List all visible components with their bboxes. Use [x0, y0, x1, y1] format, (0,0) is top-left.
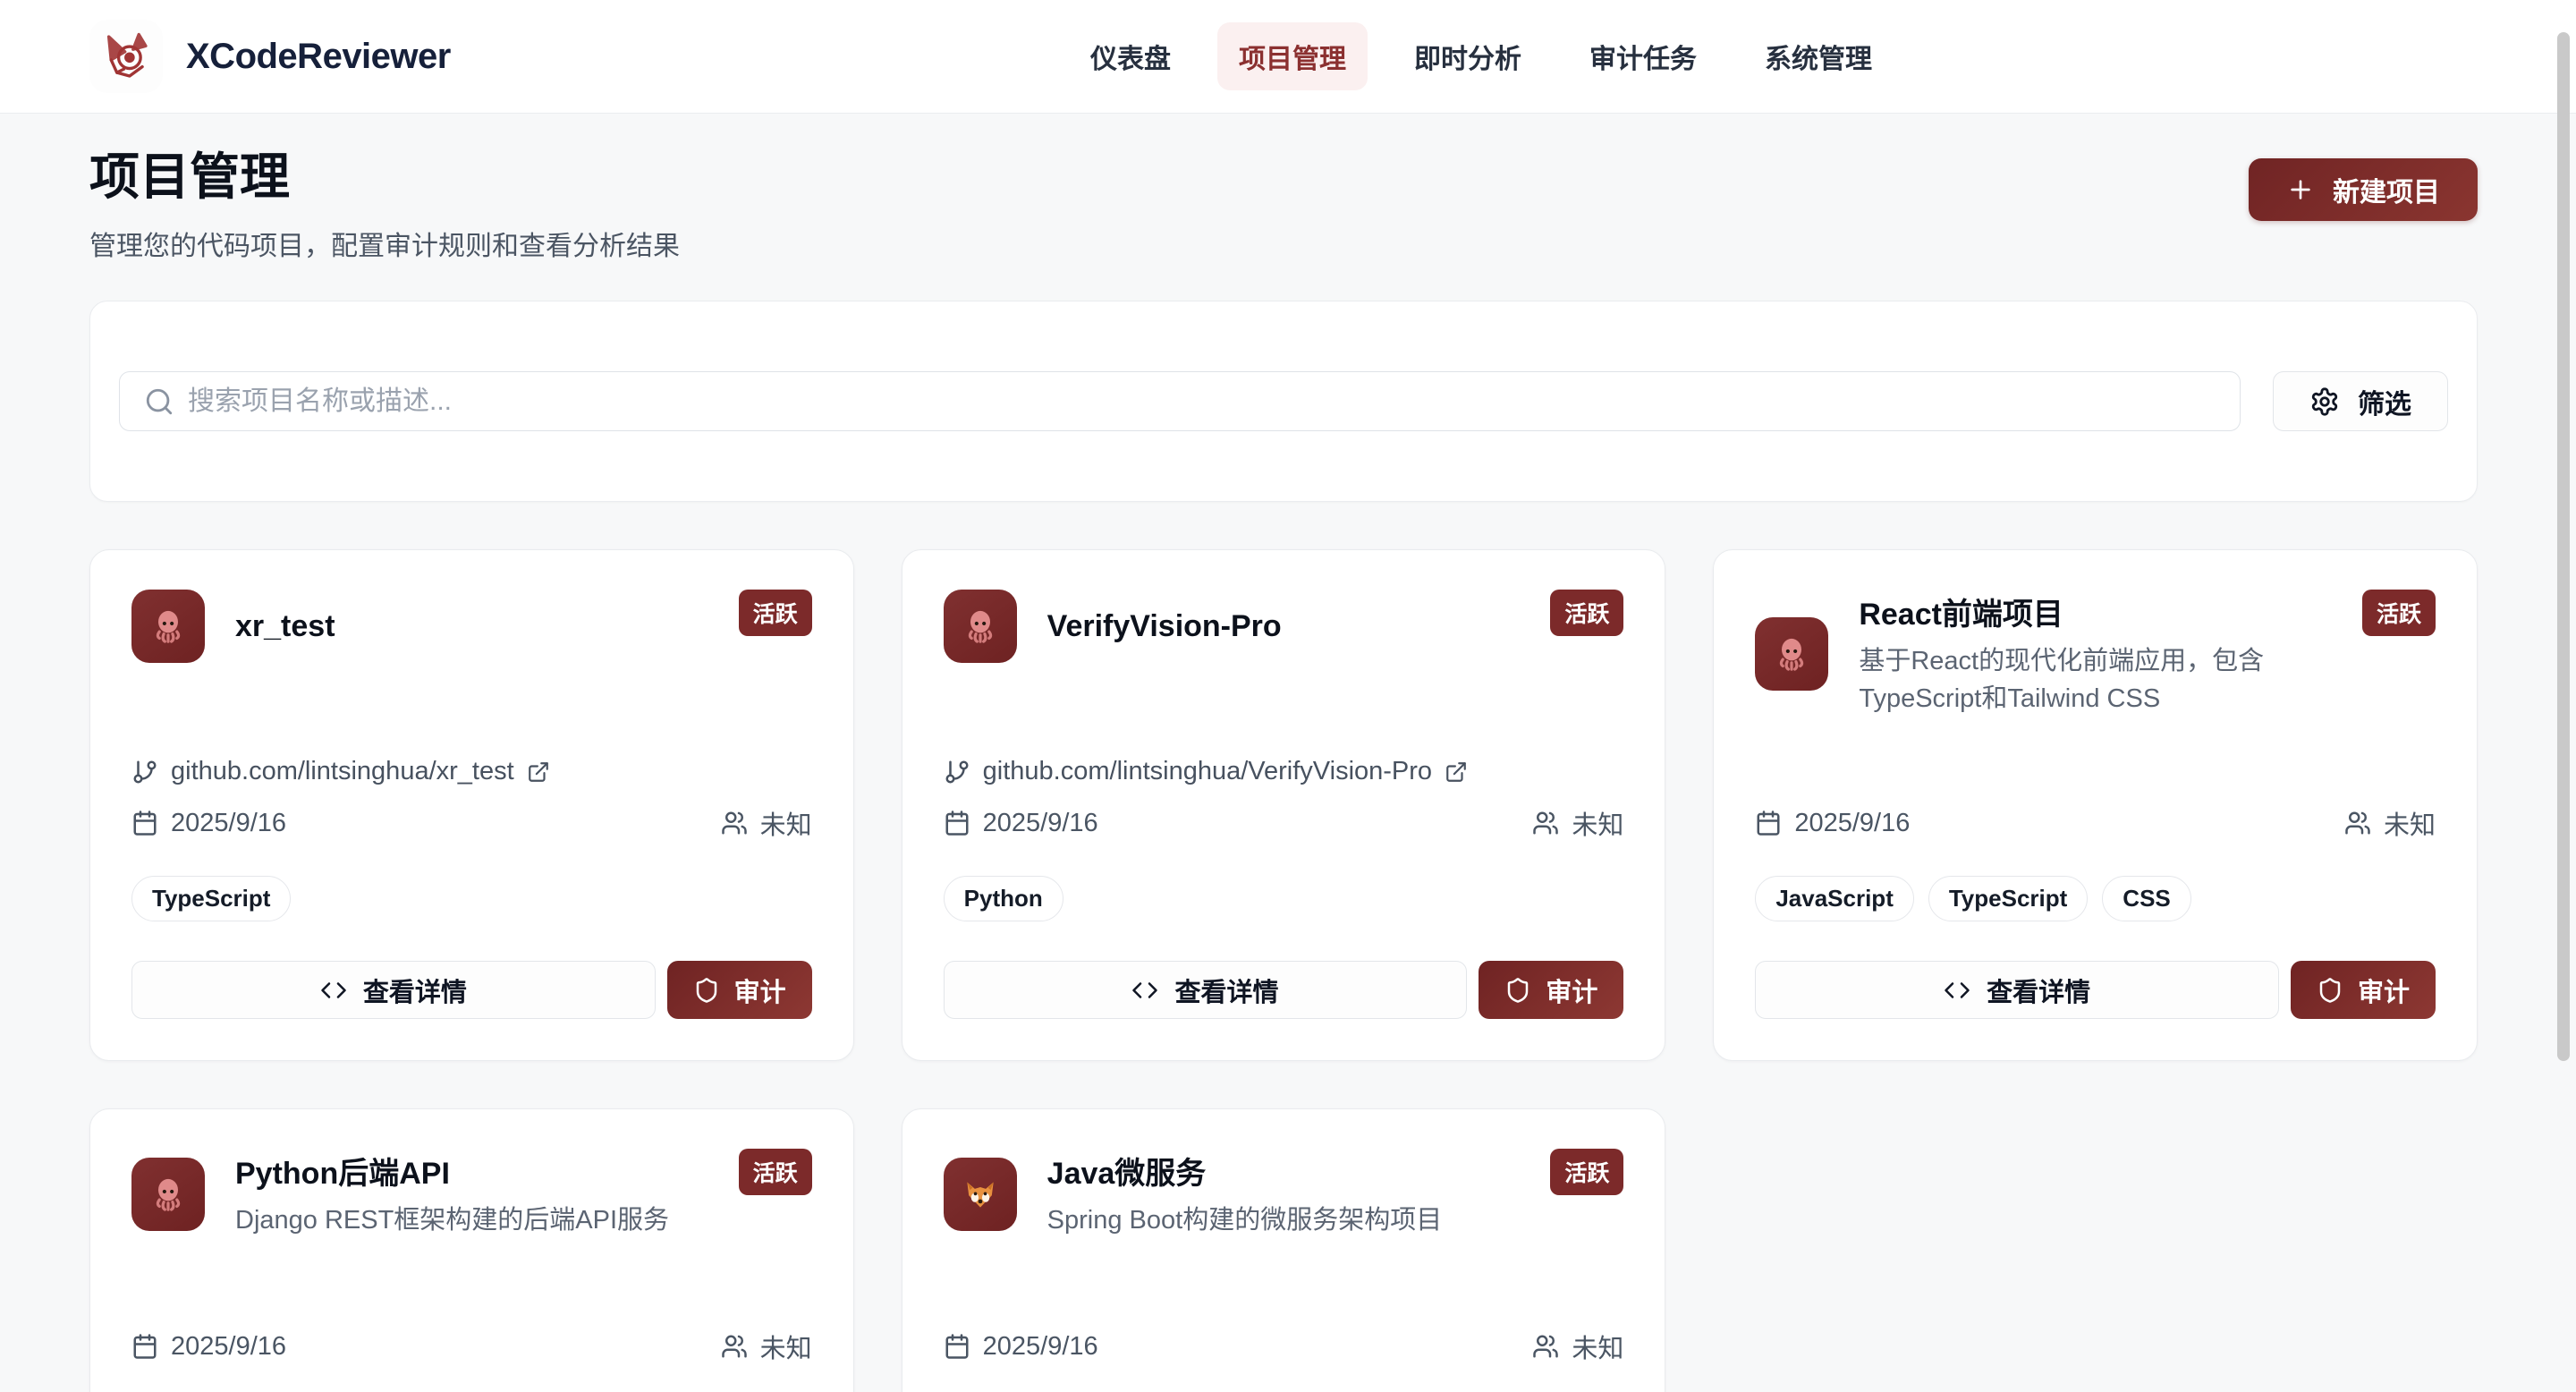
project-members: 未知 — [1572, 804, 1623, 842]
project-date: 2025/9/16 — [983, 809, 1098, 838]
nav-item-audit-tasks[interactable]: 审计任务 — [1568, 22, 1718, 90]
nav-item-dashboard[interactable]: 仪表盘 — [1069, 22, 1192, 90]
project-date: 2025/9/16 — [171, 1332, 286, 1362]
project-card-java-microservice: Java微服务 Spring Boot构建的微服务架构项目 活跃 2025/9/… — [902, 1108, 1666, 1392]
project-name: VerifyVision-Pro — [1047, 609, 1521, 644]
gear-icon — [2309, 386, 2340, 417]
audit-button[interactable]: 审计 — [2291, 961, 2436, 1019]
tag-pill: TypeScript — [1928, 876, 2088, 921]
project-name: Python后端API — [235, 1149, 708, 1193]
users-icon — [1532, 1333, 1559, 1360]
project-date: 2025/9/16 — [171, 809, 286, 838]
audit-button[interactable]: 审计 — [667, 961, 812, 1019]
external-link-icon — [527, 760, 550, 784]
shield-icon — [2317, 977, 2343, 1004]
page-header: 项目管理 管理您的代码项目，配置审计规则和查看分析结果 新建项目 — [89, 114, 2478, 263]
search-icon — [144, 386, 174, 417]
audit-label: 审计 — [2358, 972, 2410, 1009]
nav-item-instant-analysis[interactable]: 即时分析 — [1393, 22, 1543, 90]
main-nav: 仪表盘 项目管理 即时分析 审计任务 系统管理 — [1069, 0, 1894, 113]
project-description: Spring Boot构建的微服务架构项目 — [1047, 1201, 1521, 1239]
users-icon — [721, 1333, 748, 1360]
project-members: 未知 — [760, 804, 812, 842]
page-scrollbar[interactable] — [2557, 32, 2570, 1061]
search-filter-panel: 筛选 — [89, 301, 2478, 502]
audit-button[interactable]: 审计 — [1479, 961, 1623, 1019]
project-members: 未知 — [1572, 1328, 1623, 1365]
calendar-icon — [131, 1333, 158, 1360]
octopus-avatar-icon — [1755, 617, 1828, 691]
view-details-button[interactable]: 查看详情 — [944, 961, 1468, 1019]
project-grid: xr_test 活跃 github.com/lintsinghua/xr_tes… — [89, 549, 2478, 1392]
octopus-avatar-icon — [131, 590, 205, 663]
users-icon — [2344, 810, 2371, 836]
filter-label: 筛选 — [2358, 382, 2411, 421]
repo-url: github.com/lintsinghua/VerifyVision-Pro — [983, 757, 1432, 786]
users-icon — [1532, 810, 1559, 836]
project-name: xr_test — [235, 609, 708, 644]
app-logo-icon — [89, 20, 163, 93]
users-icon — [721, 810, 748, 836]
calendar-icon — [1755, 810, 1782, 836]
status-badge: 活跃 — [1550, 590, 1623, 636]
filter-button[interactable]: 筛选 — [2273, 371, 2448, 431]
project-name: React前端项目 — [1859, 590, 2332, 633]
calendar-icon — [131, 810, 158, 836]
calendar-icon — [944, 810, 970, 836]
code-icon — [1944, 977, 1970, 1004]
code-icon — [1131, 977, 1158, 1004]
shield-icon — [693, 977, 720, 1004]
project-card-verifyvision-pro: VerifyVision-Pro 活跃 github.com/lintsingh… — [902, 549, 1666, 1061]
project-date: 2025/9/16 — [1794, 809, 1910, 838]
page-title: 项目管理 — [89, 137, 680, 209]
shield-icon — [1504, 977, 1531, 1004]
repo-link[interactable]: github.com/lintsinghua/VerifyVision-Pro — [944, 757, 1624, 804]
project-description: 基于React的现代化前端应用，包含TypeScript和Tailwind CS… — [1859, 642, 2332, 717]
tag-pill: TypeScript — [131, 876, 291, 921]
status-badge: 活跃 — [1550, 1149, 1623, 1195]
plus-icon — [2286, 175, 2315, 204]
audit-label: 审计 — [1546, 972, 1597, 1009]
search-box — [119, 371, 2241, 431]
git-branch-icon — [131, 759, 158, 785]
repo-url: github.com/lintsinghua/xr_test — [171, 757, 514, 786]
project-date: 2025/9/16 — [983, 1332, 1098, 1362]
search-input[interactable] — [119, 371, 2241, 431]
view-details-button[interactable]: 查看详情 — [131, 961, 656, 1019]
external-link-icon — [1445, 760, 1468, 784]
repo-link[interactable]: github.com/lintsinghua/xr_test — [131, 757, 812, 804]
page-subtitle: 管理您的代码项目，配置审计规则和查看分析结果 — [89, 224, 680, 263]
app-title: XCodeReviewer — [186, 37, 451, 77]
top-navbar: XCodeReviewer 仪表盘 项目管理 即时分析 审计任务 系统管理 — [0, 0, 2576, 114]
status-badge: 活跃 — [739, 1149, 812, 1195]
code-icon — [320, 977, 347, 1004]
project-card-python-backend: Python后端API Django REST框架构建的后端API服务 活跃 2… — [89, 1108, 854, 1392]
status-badge: 活跃 — [2362, 590, 2436, 636]
calendar-icon — [944, 1333, 970, 1360]
new-project-button[interactable]: 新建项目 — [2249, 158, 2478, 221]
project-members: 未知 — [2384, 804, 2436, 842]
nav-item-system-admin[interactable]: 系统管理 — [1743, 22, 1894, 90]
project-card-xr-test: xr_test 活跃 github.com/lintsinghua/xr_tes… — [89, 549, 854, 1061]
status-badge: 活跃 — [739, 590, 812, 636]
tag-pill: Python — [944, 876, 1063, 921]
view-details-label: 查看详情 — [1987, 972, 2090, 1009]
view-details-label: 查看详情 — [363, 972, 467, 1009]
tag-pill: CSS — [2102, 876, 2190, 921]
audit-label: 审计 — [734, 972, 786, 1009]
fox-avatar-icon — [944, 1158, 1017, 1231]
view-details-label: 查看详情 — [1174, 972, 1278, 1009]
tag-pill: JavaScript — [1755, 876, 1914, 921]
git-branch-icon — [944, 759, 970, 785]
view-details-button[interactable]: 查看详情 — [1755, 961, 2279, 1019]
brand[interactable]: XCodeReviewer — [89, 20, 451, 93]
project-description: Django REST框架构建的后端API服务 — [235, 1201, 708, 1239]
octopus-avatar-icon — [944, 590, 1017, 663]
project-card-react-frontend: React前端项目 基于React的现代化前端应用，包含TypeScript和T… — [1713, 549, 2478, 1061]
new-project-label: 新建项目 — [2333, 170, 2440, 209]
octopus-avatar-icon — [131, 1158, 205, 1231]
nav-item-projects[interactable]: 项目管理 — [1217, 22, 1368, 90]
project-name: Java微服务 — [1047, 1149, 1521, 1193]
project-members: 未知 — [760, 1328, 812, 1365]
